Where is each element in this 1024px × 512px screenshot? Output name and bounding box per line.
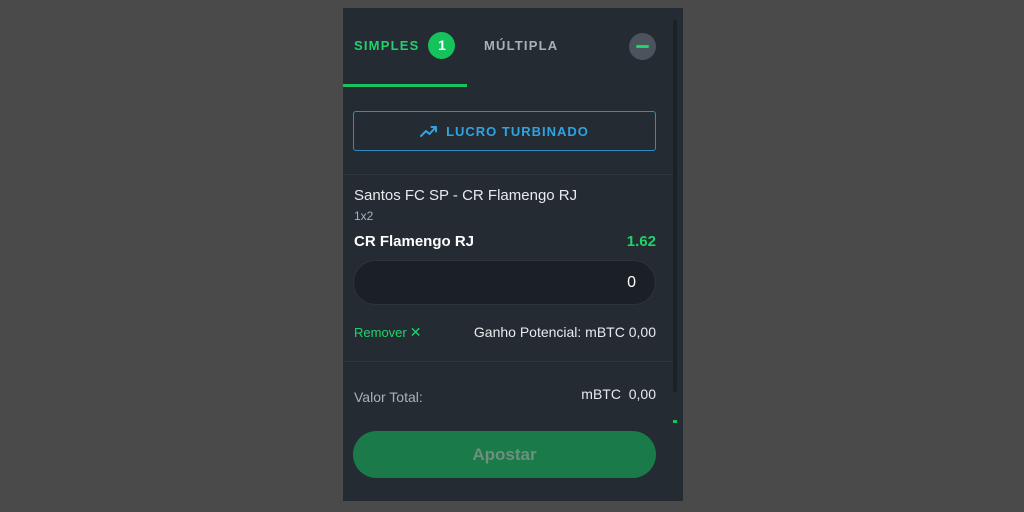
place-bet-button[interactable]: Apostar bbox=[353, 431, 656, 478]
total-stake-label: Valor Total: bbox=[354, 389, 423, 405]
divider bbox=[343, 174, 673, 175]
active-tab-indicator bbox=[343, 84, 467, 87]
collapse-betslip-button[interactable] bbox=[629, 33, 656, 60]
place-bet-label: Apostar bbox=[472, 444, 537, 464]
selection-odds: 1.62 bbox=[626, 233, 656, 250]
trending-up-icon bbox=[420, 126, 438, 137]
potential-winnings: Ganho Potencial: mBTC 0,00 bbox=[473, 324, 656, 340]
scrollbar-thumb[interactable] bbox=[673, 420, 677, 423]
divider bbox=[343, 361, 673, 362]
scrollbar-track[interactable] bbox=[673, 20, 677, 392]
tab-multipla[interactable]: MÚLTIPLA bbox=[484, 30, 558, 60]
selection-count-badge: 1 bbox=[428, 31, 456, 59]
tab-simples[interactable]: SIMPLES 1 bbox=[354, 30, 456, 60]
betslip-panel: SIMPLES 1 MÚLTIPLA LUCRO TURBINADO Santo… bbox=[343, 8, 683, 501]
lucro-turbinado-button[interactable]: LUCRO TURBINADO bbox=[353, 111, 656, 151]
close-icon: ✕ bbox=[409, 324, 422, 340]
remove-label: Remover bbox=[354, 325, 407, 340]
tab-simples-label: SIMPLES bbox=[354, 37, 420, 53]
selection-name: CR Flamengo RJ bbox=[354, 233, 475, 250]
market-name: 1x2 bbox=[354, 209, 374, 223]
minus-icon bbox=[636, 45, 649, 48]
stake-value: 0 bbox=[627, 273, 636, 291]
remove-selection-link[interactable]: Remover ✕ bbox=[354, 324, 421, 341]
lucro-turbinado-label: LUCRO TURBINADO bbox=[446, 123, 589, 139]
stake-input[interactable]: 0 bbox=[353, 260, 656, 305]
betslip-tabs: SIMPLES 1 MÚLTIPLA bbox=[343, 8, 683, 87]
event-name: Santos FC SP - CR Flamengo RJ bbox=[354, 187, 578, 204]
total-stake-value: mBTC 0,00 bbox=[581, 386, 656, 402]
tab-multipla-label: MÚLTIPLA bbox=[484, 37, 559, 53]
